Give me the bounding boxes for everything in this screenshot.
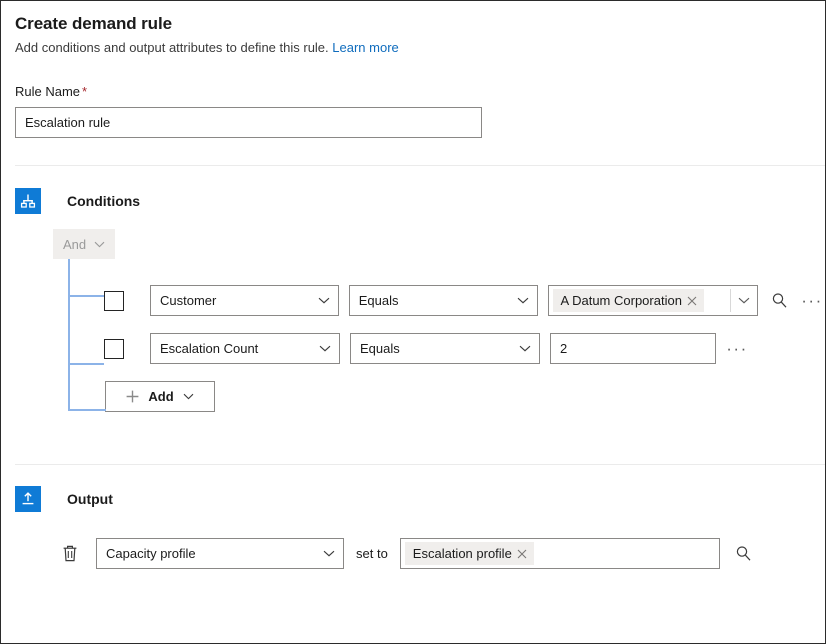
chevron-down-icon	[519, 345, 531, 352]
condition-row-1-more-options-button[interactable]: ···	[799, 288, 825, 314]
output-attribute-dropdown[interactable]: Capacity profile	[96, 538, 344, 569]
more-options-icon: ···	[726, 344, 747, 354]
condition-row-1-value-chip: A Datum Corporation	[553, 289, 704, 312]
output-attribute-value: Capacity profile	[106, 546, 317, 561]
output-search-button[interactable]	[731, 541, 757, 567]
condition-row-1-value-picker[interactable]: A Datum Corporation	[548, 285, 758, 316]
chevron-down-icon	[517, 297, 529, 304]
chevron-down-icon	[319, 345, 331, 352]
output-delete-button[interactable]	[57, 541, 83, 567]
output-section-title: Output	[67, 491, 113, 507]
connector-branch-add	[68, 409, 106, 411]
condition-row-2-attribute-dropdown[interactable]: Escalation Count	[150, 333, 340, 364]
page-subtitle-text: Add conditions and output attributes to …	[15, 40, 329, 55]
output-value-picker[interactable]: Escalation profile	[400, 538, 720, 569]
output-value-chip-label: Escalation profile	[413, 546, 512, 561]
close-icon[interactable]	[512, 543, 532, 564]
section-divider-output	[15, 464, 825, 465]
required-asterisk: *	[82, 84, 87, 99]
add-condition-row: Add	[53, 381, 825, 412]
page-subtitle: Add conditions and output attributes to …	[15, 39, 825, 57]
plus-icon	[126, 390, 139, 403]
condition-row-1-search-button[interactable]	[766, 288, 792, 314]
rule-name-label-text: Rule Name	[15, 84, 80, 99]
condition-row-2-more-options-button[interactable]: ···	[724, 336, 750, 362]
add-condition-label: Add	[148, 389, 173, 404]
conditions-section-header: Conditions	[1, 188, 825, 214]
rule-name-input[interactable]	[15, 107, 482, 138]
rule-name-label: Rule Name*	[15, 83, 825, 100]
more-options-icon: ···	[801, 296, 822, 306]
condition-row-2-operator-dropdown[interactable]: Equals	[350, 333, 540, 364]
conditions-body: And Customer Equals A D	[1, 229, 825, 412]
hierarchy-icon	[15, 188, 41, 214]
condition-row-1-operator-value: Equals	[359, 293, 511, 308]
page-title: Create demand rule	[15, 13, 825, 35]
chevron-down-icon	[323, 550, 335, 557]
condition-row-1-attribute-value: Customer	[160, 293, 312, 308]
condition-row-1-operator-dropdown[interactable]: Equals	[349, 285, 538, 316]
condition-row-1-checkbox[interactable]	[104, 291, 124, 311]
condition-row-1: Customer Equals A Datum Corporation	[53, 285, 825, 316]
upload-icon	[15, 486, 41, 512]
condition-row-1-value-chevron[interactable]	[731, 286, 757, 315]
conditions-section-title: Conditions	[67, 193, 140, 209]
condition-row-2-attribute-value: Escalation Count	[160, 341, 313, 356]
output-section-header: Output	[1, 486, 825, 512]
close-icon[interactable]	[682, 290, 702, 311]
dialog-header: Create demand rule Add conditions and ou…	[1, 1, 825, 57]
logical-operator-dropdown[interactable]: And	[53, 229, 115, 259]
output-value-chip: Escalation profile	[405, 542, 534, 565]
chevron-down-icon	[94, 241, 105, 248]
condition-row-1-value-chip-label: A Datum Corporation	[561, 293, 682, 308]
learn-more-link[interactable]: Learn more	[332, 40, 398, 55]
condition-row-2-operator-value: Equals	[360, 341, 513, 356]
output-set-to-label: set to	[356, 546, 388, 561]
condition-row-2-checkbox[interactable]	[104, 339, 124, 359]
condition-row-1-attribute-dropdown[interactable]: Customer	[150, 285, 339, 316]
add-condition-button[interactable]: Add	[105, 381, 215, 412]
condition-row-2-value-input[interactable]	[550, 333, 716, 364]
section-divider-conditions	[15, 165, 825, 166]
chevron-down-icon	[183, 393, 194, 400]
create-demand-rule-dialog: Create demand rule Add conditions and ou…	[0, 0, 826, 644]
output-row: Capacity profile set to Escalation profi…	[1, 538, 825, 569]
condition-row-2: Escalation Count Equals ···	[53, 333, 825, 364]
logical-operator-label: And	[63, 237, 86, 252]
rule-name-field-block: Rule Name*	[1, 83, 825, 138]
chevron-down-icon	[318, 297, 330, 304]
